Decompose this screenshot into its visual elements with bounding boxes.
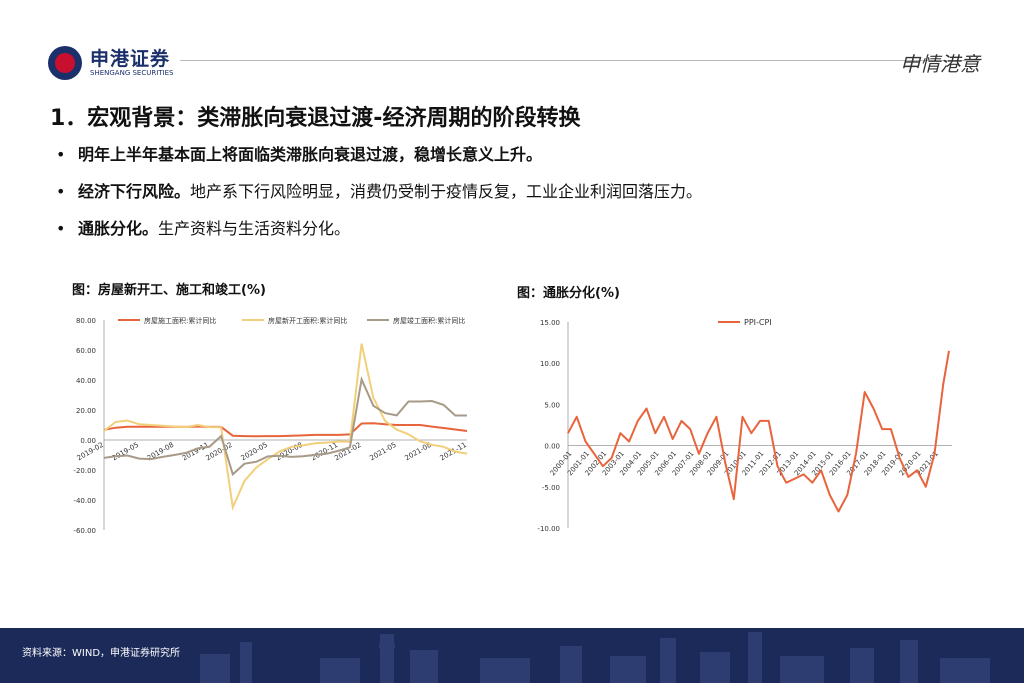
chart2-y-tick-label: 0.00 <box>544 443 560 451</box>
bullet-list: • 明年上半年基本面上将面临类滞胀向衰退过渡，稳增长意义上升。 • 经济下行风险… <box>56 144 996 255</box>
chart2-y-tick-label: -5.00 <box>542 484 560 492</box>
chart2-caption: 图：通胀分化(%) <box>517 286 620 301</box>
chart1-legend-label: 房屋施工面积:累计同比 <box>144 316 216 325</box>
chart1-y-tick-label: 60.00 <box>76 347 96 355</box>
chart1-legend-label: 房屋竣工面积:累计同比 <box>393 316 465 325</box>
chart2-y-tick-label: -10.00 <box>537 525 560 533</box>
chart1-x-tick-label: 2019-05 <box>111 441 140 463</box>
slogan: 申情港意 <box>900 52 980 76</box>
bullet-bold-text: 通胀分化。 <box>78 219 159 238</box>
bullet-text: 生产资料与生活资料分化。 <box>158 219 351 238</box>
chart2-container: 15.00 10.00 5.00 0.00 -5.00 -10.00 2000-01 2001… <box>522 306 976 546</box>
chart1-caption: 图：房屋新开工、施工和竣工(%) <box>72 283 266 298</box>
bullet-dot-icon: • <box>56 219 66 238</box>
header: 申港证券 SHENGANG SECURITIES 申情港意 <box>0 0 1024 90</box>
chart1-y-tick-label: 80.00 <box>76 317 96 325</box>
bullet-text: 地产系下行风险明显，消费仍受制于疫情反复，工业企业利润回落压力。 <box>190 182 703 201</box>
chart1-y-tick-label: -40.00 <box>73 497 96 505</box>
bullet-item: • 经济下行风险。地产系下行风险明显，消费仍受制于疫情反复，工业企业利润回落压力… <box>56 181 996 218</box>
chart1-x-tick-label: 2021-05 <box>368 441 397 463</box>
chart2-y-tick-label: 15.00 <box>540 319 560 327</box>
logo-name-en: SHENGANG SECURITIES <box>90 69 174 77</box>
bullet-item: • 通胀分化。生产资料与生活资料分化。 <box>56 218 996 255</box>
bullet-bold-text: 经济下行风险。 <box>78 182 191 201</box>
bullet-dot-icon: • <box>56 145 66 164</box>
chart1-x-tick-label: 2020-05 <box>240 441 269 463</box>
page-title: 1．宏观背景：类滞胀向衰退过渡-经济周期的阶段转换 <box>50 106 581 131</box>
header-divider <box>180 60 980 61</box>
company-logo: 申港证券 SHENGANG SECURITIES <box>48 44 178 80</box>
chart1-y-tick-label: 40.00 <box>76 377 96 385</box>
chart1-legend-label: 房屋新开工面积:累计同比 <box>268 316 347 325</box>
footer-banner: 资料来源：WIND，申港证券研究所 <box>0 628 1024 683</box>
chart1-y-tick-label: -20.00 <box>73 467 96 475</box>
chart2-y-tick-label: 5.00 <box>544 401 560 409</box>
chart2-svg: 15.0010.005.000.00-5.00-10.002000-012001… <box>537 318 952 533</box>
chart2-legend-label: PPI-CPI <box>744 318 772 327</box>
data-source-note: 资料来源：WIND，申港证券研究所 <box>22 648 181 659</box>
chart2-y-tick-label: 10.00 <box>540 360 560 368</box>
chart1-y-tick-label: 0.00 <box>80 437 96 445</box>
chart1-y-tick-label: 20.00 <box>76 407 96 415</box>
logo-emblem-icon <box>48 46 82 80</box>
chart1-svg: 80.00 60.00 40.00 20.00 0.00 -20.00 -40.00 -60.… <box>73 316 468 535</box>
chart1-x-tick-label: 2020-02 <box>204 441 233 463</box>
chart1-y-tick-label: -60.00 <box>73 527 96 535</box>
bullet-dot-icon: • <box>56 182 66 201</box>
logo-name-cn: 申港证券 <box>90 48 171 70</box>
chart2-series-line <box>567 350 950 513</box>
bullet-item: • 明年上半年基本面上将面临类滞胀向衰退过渡，稳增长意义上升。 <box>56 144 996 181</box>
chart1-container: 80.00 60.00 40.00 20.00 0.00 -20.00 -40.00 -60.… <box>62 306 490 542</box>
bullet-bold-text: 明年上半年基本面上将面临类滞胀向衰退过渡，稳增长意义上升。 <box>78 145 543 164</box>
